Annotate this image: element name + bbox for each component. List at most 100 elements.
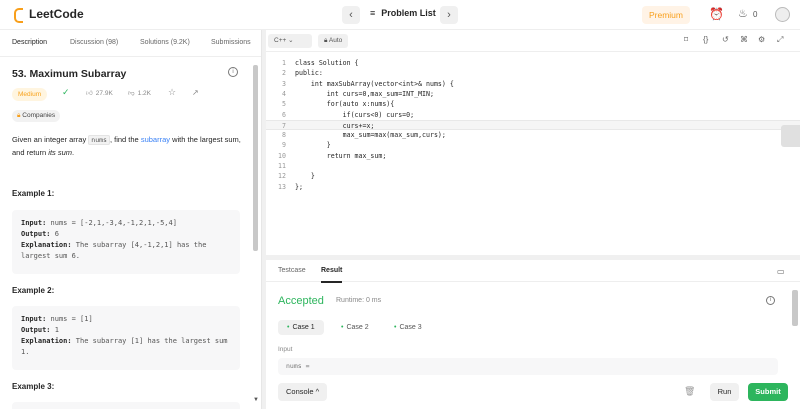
info-icon[interactable]: i bbox=[766, 296, 775, 305]
code-text: return max_sum; bbox=[295, 151, 387, 160]
auto-mode-button[interactable]: 🔒︎ Auto bbox=[318, 34, 349, 48]
tab-result[interactable]: Result bbox=[321, 267, 343, 283]
code-line: 4 int curs=0,max_sum=INT_MIN; bbox=[266, 89, 800, 99]
tab-description[interactable]: Description bbox=[12, 39, 47, 46]
code-line: 1 class Solution { bbox=[266, 58, 800, 68]
chevron-down-icon: ⌄ bbox=[288, 37, 294, 44]
problem-description: Given an integer array nums, find the su… bbox=[12, 134, 244, 158]
line-number: 6 bbox=[282, 110, 286, 119]
output-label: Output: bbox=[21, 326, 51, 334]
tab-discussion[interactable]: Discussion (98) bbox=[70, 39, 118, 46]
input-label: Input bbox=[278, 346, 293, 353]
prev-problem-button[interactable]: ‹ bbox=[342, 6, 360, 24]
runtime-text: Runtime: 0 ms bbox=[336, 297, 382, 304]
code-text: for(auto x:nums){ bbox=[295, 100, 395, 109]
language-select[interactable]: C++ ⌄ bbox=[268, 34, 312, 48]
avatar[interactable] bbox=[775, 7, 790, 22]
lock-icon: 🔒︎ bbox=[17, 112, 21, 119]
fullscreen-icon[interactable]: ⤢ bbox=[777, 35, 783, 45]
companies-label: Companies bbox=[22, 112, 56, 119]
tab-testcase[interactable]: Testcase bbox=[278, 267, 306, 274]
code-line: 8 max_sum=max(max_sum,curs); bbox=[266, 130, 800, 140]
share-icon[interactable]: ↗ bbox=[192, 88, 199, 97]
input-value: nums = [1] bbox=[50, 315, 93, 323]
case-3-tab[interactable]: • Case 3 bbox=[385, 320, 431, 335]
output-value: 1 bbox=[54, 326, 59, 334]
case-1-tab[interactable]: • Case 1 bbox=[278, 320, 324, 335]
example-1-title: Example 1: bbox=[12, 189, 55, 198]
line-number: 2 bbox=[282, 69, 286, 78]
result-scrollbar[interactable] bbox=[792, 290, 798, 326]
line-number: 3 bbox=[282, 79, 286, 88]
case-label: Case 1 bbox=[292, 324, 315, 331]
reset-icon[interactable]: ↺ bbox=[722, 35, 729, 44]
difficulty-badge: Medium bbox=[12, 88, 48, 101]
output-value: 6 bbox=[54, 230, 59, 238]
notes-side-tab[interactable] bbox=[781, 125, 800, 147]
shortcut-icon[interactable]: ⌘ bbox=[740, 35, 748, 44]
streak-fire-icon[interactable]: ♨ bbox=[738, 7, 748, 20]
line-number: 9 bbox=[282, 141, 286, 150]
alarm-clock-icon[interactable]: ⏰ bbox=[709, 7, 724, 21]
description-panel: Description Discussion (98) Solutions (9… bbox=[0, 30, 262, 409]
pass-dot-icon: • bbox=[287, 324, 290, 331]
solved-check-icon: ✓ bbox=[62, 87, 70, 97]
console-label: Console bbox=[286, 387, 314, 396]
case-label: Case 3 bbox=[399, 324, 422, 331]
submit-button[interactable]: Submit bbox=[748, 383, 788, 401]
subarray-link[interactable]: subarray bbox=[141, 135, 170, 144]
line-number: 8 bbox=[282, 131, 286, 140]
input-value-box: nums = bbox=[278, 358, 778, 375]
scroll-down-arrow-icon[interactable]: ▼ bbox=[253, 397, 259, 403]
settings-gear-icon[interactable]: ⚙ bbox=[758, 35, 765, 44]
code-text: int curs=0,max_sum=INT_MIN; bbox=[295, 89, 434, 98]
chevron-left-icon: ‹ bbox=[349, 9, 353, 21]
chevron-right-icon: › bbox=[447, 9, 451, 21]
problem-list-label: Problem List bbox=[381, 8, 436, 18]
code-editor-panel: C++ ⌄ 🔒︎ Auto ⌑ {} ↺ ⌘ ⚙ ⤢ 1 class Soluti… bbox=[266, 30, 800, 255]
code-line: 13}; bbox=[266, 182, 800, 192]
tab-solutions[interactable]: Solutions (9.2K) bbox=[140, 39, 190, 46]
description-scrollbar[interactable] bbox=[253, 65, 258, 251]
code-text: }; bbox=[295, 182, 303, 191]
dislike-count: 1.2K bbox=[137, 89, 151, 97]
logo[interactable]: LeetCode bbox=[12, 7, 84, 23]
premium-button[interactable]: Premium bbox=[642, 6, 690, 24]
line-number: 1 bbox=[282, 59, 286, 67]
tab-submissions[interactable]: Submissions bbox=[211, 39, 251, 46]
case-label: Case 2 bbox=[346, 324, 369, 331]
star-icon[interactable]: ☆ bbox=[168, 87, 176, 98]
result-panel: Testcase Result ▭ Accepted Runtime: 0 ms… bbox=[266, 260, 800, 409]
run-button[interactable]: Run bbox=[710, 383, 739, 401]
result-tabs: Testcase Result ▭ bbox=[266, 260, 800, 283]
line-number: 4 bbox=[282, 89, 286, 98]
console-button[interactable]: Console ^ bbox=[278, 383, 328, 401]
line-number: 5 bbox=[282, 100, 286, 109]
example-3-box bbox=[12, 402, 240, 409]
case-2-tab[interactable]: • Case 2 bbox=[332, 320, 378, 335]
pass-dot-icon: • bbox=[394, 324, 397, 331]
leetcode-logo-icon bbox=[12, 7, 24, 23]
desc-emphasis: its sum bbox=[48, 147, 73, 157]
dislike-button[interactable]: 👎︎ 1.2K bbox=[128, 89, 151, 98]
pass-dot-icon: • bbox=[341, 324, 344, 331]
code-text: if(curs<0) curs=0; bbox=[295, 110, 415, 119]
trash-icon[interactable]: 🗑︎ bbox=[684, 386, 695, 397]
braces-icon[interactable]: {} bbox=[703, 35, 708, 44]
auto-label: Auto bbox=[328, 37, 343, 44]
brand-name: LeetCode bbox=[29, 7, 84, 21]
code-text: } bbox=[295, 172, 315, 181]
input-label: Input: bbox=[21, 315, 47, 323]
info-icon[interactable]: i bbox=[228, 67, 238, 77]
like-button[interactable]: 👍︎ 27.9K bbox=[86, 89, 113, 98]
problem-list-button[interactable]: ≡ Problem List bbox=[370, 8, 436, 18]
line-number: 13 bbox=[278, 182, 286, 191]
status-accepted: Accepted bbox=[278, 295, 324, 307]
input-value: nums = [-2,1,-3,4,-1,2,1,-5,4] bbox=[50, 219, 177, 227]
code-line: 10 return max_sum; bbox=[266, 151, 800, 161]
companies-tag[interactable]: 🔒︎ Companies bbox=[12, 110, 61, 122]
bookmark-icon[interactable]: ⌑ bbox=[684, 35, 688, 44]
desc-text: Given an integer array bbox=[12, 135, 89, 144]
collapse-panel-icon[interactable]: ▭ bbox=[777, 267, 785, 276]
next-problem-button[interactable]: › bbox=[440, 6, 458, 24]
